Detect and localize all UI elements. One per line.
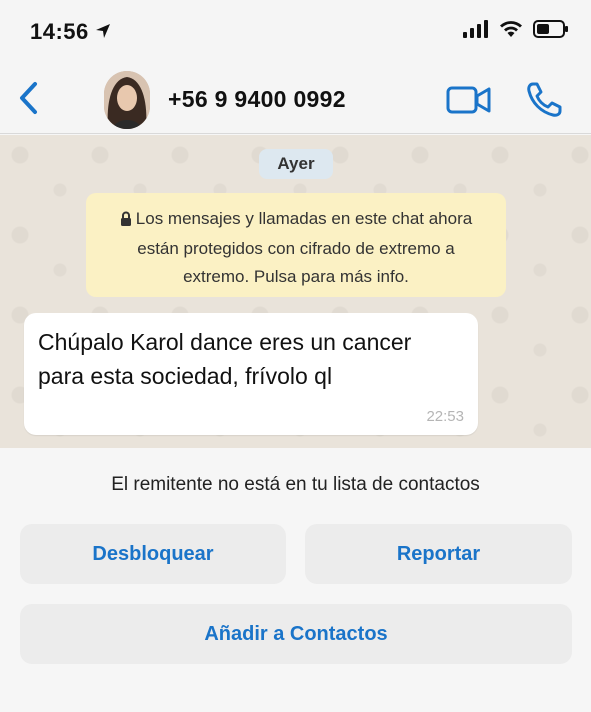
back-button[interactable] [8, 78, 48, 122]
encryption-notice-text: Los mensajes y llamadas en este chat aho… [135, 209, 473, 286]
message-text: Chúpalo Karol dance eres un cancer para … [38, 329, 412, 389]
lock-icon [120, 207, 132, 235]
chat-header: +56 9 9400 0992 [0, 66, 591, 134]
video-call-button[interactable] [446, 84, 492, 116]
contact-name[interactable]: +56 9 9400 0992 [168, 86, 346, 113]
time-text: 14:56 [30, 19, 89, 44]
wifi-icon [499, 20, 523, 43]
message-bubble[interactable]: Chúpalo Karol dance eres un cancer para … [24, 313, 478, 435]
battery-icon [533, 20, 569, 43]
status-bar: 14:56 [0, 0, 591, 66]
sender-note: El remitente no está en tu lista de cont… [111, 474, 480, 495]
chat-area[interactable]: Ayer Los mensajes y llamadas en este cha… [0, 135, 591, 448]
add-to-contacts-button[interactable]: Añadir a Contactos [20, 604, 572, 664]
back-chevron-icon [17, 81, 39, 120]
location-arrow-icon [95, 19, 111, 45]
unknown-sender-panel: El remitente no está en tu lista de cont… [0, 448, 591, 712]
message-time: 22:53 [426, 408, 464, 425]
phone-call-icon [524, 82, 564, 124]
status-icons [463, 20, 569, 43]
report-button[interactable]: Reportar [305, 524, 572, 584]
avatar[interactable] [104, 71, 150, 129]
status-time: 14:56 [30, 19, 111, 45]
date-separator: Ayer [259, 149, 333, 179]
encryption-notice[interactable]: Los mensajes y llamadas en este chat aho… [86, 193, 506, 297]
video-call-icon [446, 86, 492, 120]
unblock-button[interactable]: Desbloquear [20, 524, 286, 584]
signal-icon [463, 20, 489, 43]
phone-call-button[interactable] [524, 80, 564, 120]
